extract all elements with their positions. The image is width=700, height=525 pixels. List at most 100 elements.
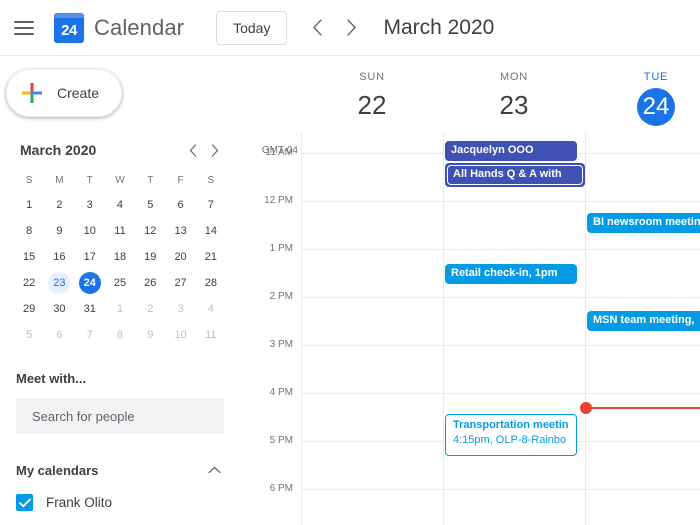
mini-calendar-grid: S M T W T F S 1 2 3 4 5 6 7 8 9 10 11 12 13 14 15 16 17 18 19 20 21… (14, 171, 226, 347)
mini-calendar-day[interactable]: 19 (135, 245, 165, 269)
calendar-event-title: BI newsroom meeting (593, 216, 700, 228)
create-button-label: Create (57, 85, 100, 101)
mini-calendar-previous-icon[interactable] (182, 139, 204, 161)
logo-day-number: 24 (61, 21, 77, 39)
mini-calendar-day[interactable]: 3 (165, 297, 195, 321)
mini-calendar-day[interactable]: 1 (105, 297, 135, 321)
mini-calendar-next-icon[interactable] (204, 139, 226, 161)
mini-calendar-day-number: 1 (116, 303, 124, 315)
day-header-column[interactable]: MON 23 (443, 57, 585, 133)
mini-calendar-day[interactable]: 3 (75, 193, 105, 217)
mini-calendar-day[interactable]: 8 (14, 219, 44, 243)
my-calendars-list: Frank Olito (0, 494, 240, 511)
people-search-input[interactable] (30, 407, 210, 425)
mini-calendar-day[interactable]: 22 (14, 271, 44, 295)
calendar-event[interactable]: Retail check-in, 1pm (445, 264, 577, 284)
mini-calendar-day[interactable]: 6 (44, 323, 74, 347)
day-header-column[interactable]: SUN 22 (301, 57, 443, 133)
mini-calendar-dow: S (207, 175, 215, 186)
mini-calendar-day[interactable]: 12 (135, 219, 165, 243)
day-header-date[interactable]: 23 (443, 86, 585, 124)
mini-calendar-day[interactable]: 4 (105, 193, 135, 217)
mini-calendar-day-number: 12 (144, 225, 157, 237)
mini-calendar-day[interactable]: 17 (75, 245, 105, 269)
mini-calendar-day[interactable]: 7 (75, 323, 105, 347)
mini-calendar-day[interactable]: 14 (196, 219, 226, 243)
calendar-event[interactable]: All Hands Q & A with (445, 163, 585, 187)
mini-calendar-day-number: 28 (204, 277, 217, 289)
hour-gridline (301, 249, 700, 250)
mini-calendar-day-number: 11 (205, 329, 217, 341)
mini-calendar-day[interactable]: 11 (196, 323, 226, 347)
mini-calendar-day[interactable]: 23 (44, 271, 74, 295)
mini-calendar-day[interactable]: 7 (196, 193, 226, 217)
mini-calendar-day[interactable]: 4 (196, 297, 226, 321)
mini-calendar-day[interactable]: 10 (165, 323, 195, 347)
mini-calendar-day-number: 3 (86, 199, 93, 211)
mini-calendar-day-number: 11 (114, 225, 126, 237)
mini-calendar-day-number: 25 (113, 277, 127, 289)
mini-calendar-day[interactable]: 11 (105, 219, 135, 243)
mini-calendar-day[interactable]: 10 (75, 219, 105, 243)
hour-gridline (301, 489, 700, 490)
calendar-event-title: Transportation meetin (453, 419, 569, 431)
chevron-up-icon[interactable] (204, 460, 224, 480)
mini-calendar-day[interactable]: 9 (44, 219, 74, 243)
calendar-event[interactable]: BI newsroom meeting (587, 213, 700, 233)
hour-label: 2 PM (269, 291, 293, 302)
next-period-icon[interactable] (337, 14, 365, 42)
mini-calendar-day-number: 21 (204, 251, 217, 263)
mini-calendar-day[interactable]: 25 (105, 271, 135, 295)
mini-calendar-day[interactable]: 2 (44, 193, 74, 217)
mini-calendar-day[interactable]: 28 (196, 271, 226, 295)
mini-calendar-day[interactable]: 9 (135, 323, 165, 347)
mini-calendar-day[interactable]: 1 (14, 193, 44, 217)
calendar-list-item[interactable]: Frank Olito (16, 494, 224, 511)
mini-calendar-day[interactable]: 21 (196, 245, 226, 269)
calendar-event-title: MSN team meeting, (593, 314, 695, 326)
mini-calendar-day[interactable]: 29 (14, 297, 44, 321)
mini-calendar-dow: M (55, 175, 64, 186)
hamburger-menu-icon[interactable] (14, 16, 38, 40)
mini-calendar-day[interactable]: 5 (135, 193, 165, 217)
mini-calendar-day[interactable]: 24 (75, 271, 105, 295)
mini-calendar-title: March 2020 (20, 142, 97, 158)
my-calendars-title: My calendars (16, 462, 99, 478)
my-calendars-header[interactable]: My calendars (16, 460, 224, 480)
mini-calendar-day[interactable]: 15 (14, 245, 44, 269)
mini-calendar-day[interactable]: 5 (14, 323, 44, 347)
day-header-column[interactable]: TUE 24 (585, 57, 700, 133)
hour-label: 5 PM (269, 435, 293, 446)
hour-label: 3 PM (269, 339, 293, 350)
mini-calendar-dow: T (147, 175, 154, 186)
mini-calendar-day[interactable]: 8 (105, 323, 135, 347)
mini-calendar-day[interactable]: 30 (44, 297, 74, 321)
day-header-date[interactable]: 24 (585, 86, 700, 126)
mini-calendar-day-number: 14 (204, 225, 217, 237)
calendar-event[interactable]: Transportation meetin 4:15pm, OLP-8-Rainb… (445, 414, 577, 456)
calendar-checkbox[interactable] (16, 494, 33, 511)
day-header-date[interactable]: 22 (301, 86, 443, 124)
mini-calendar-day[interactable]: 2 (135, 297, 165, 321)
mini-calendar-day-number: 18 (113, 251, 127, 263)
mini-calendar-day[interactable]: 27 (165, 271, 195, 295)
mini-calendar-day[interactable]: 31 (75, 297, 105, 321)
day-header-weekday: SUN (359, 71, 385, 83)
mini-calendar-day[interactable]: 20 (165, 245, 195, 269)
calendar-event[interactable]: MSN team meeting, (587, 311, 700, 331)
today-button[interactable]: Today (216, 10, 288, 45)
create-button[interactable]: Create (6, 69, 122, 117)
mini-calendar-day[interactable]: 26 (135, 271, 165, 295)
mini-calendar-day[interactable]: 18 (105, 245, 135, 269)
mini-calendar-day[interactable]: 16 (44, 245, 74, 269)
previous-period-icon[interactable] (303, 14, 331, 42)
people-search-box[interactable] (16, 398, 224, 434)
mini-calendar-day-number: 9 (56, 225, 63, 237)
calendar-event[interactable]: Jacquelyn OOO (445, 141, 577, 161)
mini-calendar-day[interactable]: 6 (165, 193, 195, 217)
calendar-event-title: All Hands Q & A with (447, 165, 583, 185)
date-navigation (303, 14, 365, 42)
mini-calendar-day[interactable]: 13 (165, 219, 195, 243)
mini-calendar-day-number: 30 (53, 303, 66, 315)
mini-calendar-day-number: 27 (174, 277, 187, 289)
